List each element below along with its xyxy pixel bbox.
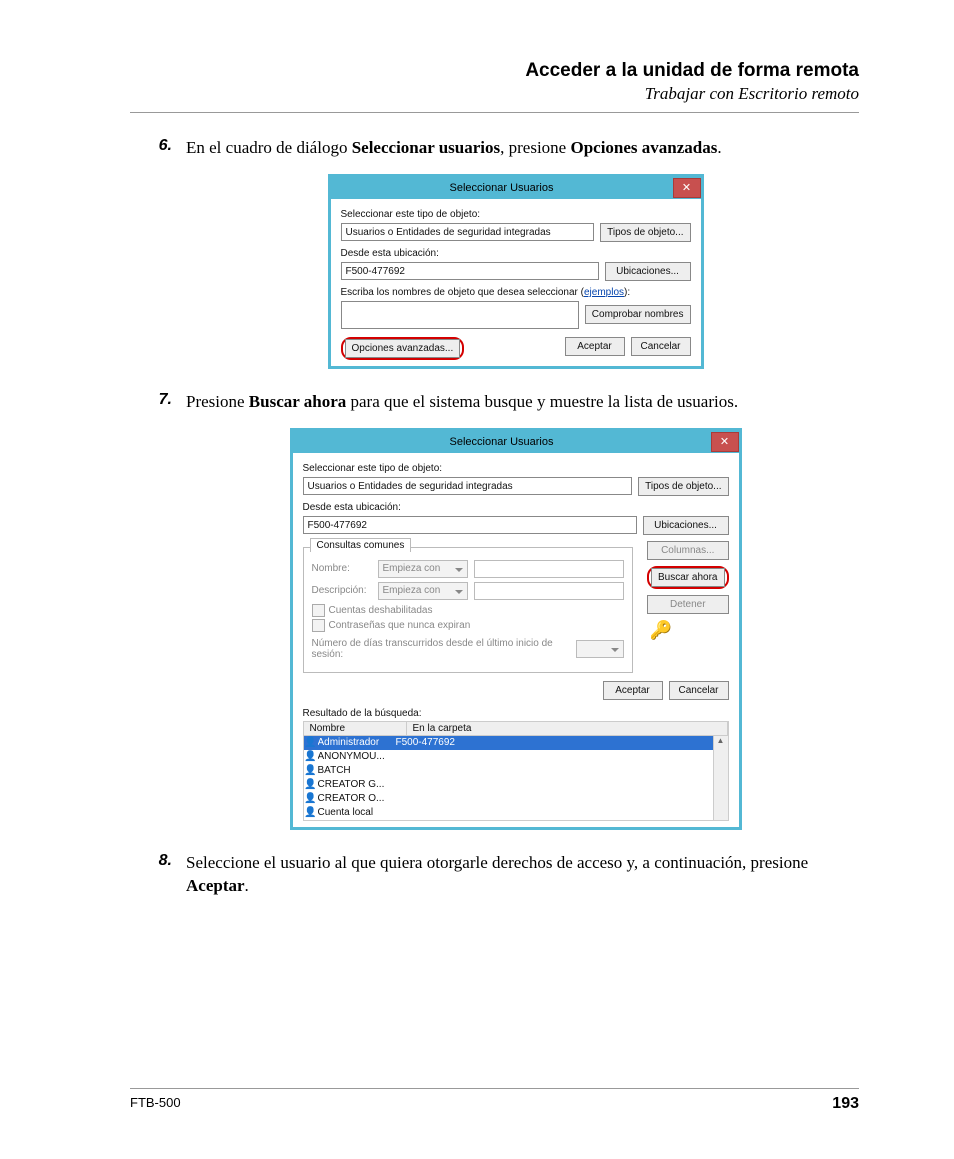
object-type-field[interactable]: Usuarios o Entidades de seguridad integr… [303,477,633,495]
find-now-highlight: Buscar ahora [647,566,728,589]
user-icon: 👤 [304,765,318,776]
location-label: Desde esta ubicación: [303,502,729,513]
step-7: 7. Presione Buscar ahora para que el sis… [130,391,859,414]
step-text: En el cuadro de diálogo Seleccionar usua… [186,137,722,160]
row-name: CREATOR G... [318,779,396,790]
ok-button[interactable]: Aceptar [565,337,625,356]
titlebar[interactable]: Seleccionar Usuarios ✕ [293,431,739,453]
object-type-label: Seleccionar este tipo de objeto: [341,209,691,220]
step-number: 6. [130,137,186,160]
columns-button[interactable]: Columnas... [647,541,728,560]
row-folder: F500-477692 [396,737,728,748]
advanced-options-highlight: Opciones avanzadas... [341,337,465,360]
ok-button[interactable]: Aceptar [603,681,663,700]
name-input[interactable] [474,560,625,578]
examples-link[interactable]: ejemplos [584,287,624,298]
cancel-button[interactable]: Cancelar [631,337,691,356]
results-list[interactable]: ▲ 👤AdministradorF500-477692👤ANONYMOU...👤… [303,736,729,821]
results-header[interactable]: Nombre En la carpeta [303,721,729,736]
dialog-title: Seleccionar Usuarios [331,182,673,194]
name-label: Nombre: [312,563,372,574]
footer-model: FTB-500 [130,1095,181,1113]
key-icon: 🔑 [647,620,675,642]
header-rule [130,112,859,113]
description-label: Descripción: [312,585,372,596]
dialog-title: Seleccionar Usuarios [293,436,711,448]
step-number: 7. [130,391,186,414]
step-8: 8. Seleccione el usuario al que quiera o… [130,852,859,898]
object-names-field[interactable] [341,301,579,329]
step-number: 8. [130,852,186,898]
titlebar[interactable]: Seleccionar Usuarios ✕ [331,177,701,199]
user-icon: 👤 [304,793,318,804]
row-name: Cuenta local [318,807,396,818]
scroll-up-icon[interactable]: ▲ [717,736,725,745]
cancel-button[interactable]: Cancelar [669,681,729,700]
disabled-accounts-checkbox[interactable]: Cuentas deshabilitadas [312,604,625,617]
find-now-button[interactable]: Buscar ahora [651,568,724,587]
page-header-subtitle: Trabajar con Escritorio remoto [130,84,859,104]
close-icon[interactable]: ✕ [711,432,739,452]
tab-label[interactable]: Consultas comunes [310,538,412,552]
step-text: Seleccione el usuario al que quiera otor… [186,852,859,898]
description-mode-select[interactable]: Empieza con [378,582,468,600]
row-name: BATCH [318,765,396,776]
description-input[interactable] [474,582,625,600]
dialog-select-users-basic: Seleccionar Usuarios ✕ Seleccionar este … [328,174,704,369]
row-name: Administrador [318,737,396,748]
user-icon: 👤 [304,779,318,790]
footer-rule [130,1088,859,1089]
location-field[interactable]: F500-477692 [303,516,637,534]
location-label: Desde esta ubicación: [341,248,691,259]
results-row[interactable]: 👤AdministradorF500-477692 [304,736,728,750]
days-select[interactable] [576,640,624,658]
name-mode-select[interactable]: Empieza con [378,560,468,578]
page-header-title: Acceder a la unidad de forma remota [130,60,859,82]
user-icon: 👤 [304,751,318,762]
column-name[interactable]: Nombre [304,722,407,735]
results-label: Resultado de la búsqueda: [303,708,729,719]
non-expiring-passwords-checkbox[interactable]: Contraseñas que nunca expiran [312,619,625,632]
object-type-field[interactable]: Usuarios o Entidades de seguridad integr… [341,223,595,241]
days-label: Número de días transcurridos desde el úl… [312,638,571,660]
object-type-label: Seleccionar este tipo de objeto: [303,463,729,474]
step-6: 6. En el cuadro de diálogo Seleccionar u… [130,137,859,160]
dialog-select-users-advanced: Seleccionar Usuarios ✕ Seleccionar este … [290,428,742,830]
location-field[interactable]: F500-477692 [341,262,599,280]
column-folder[interactable]: En la carpeta [407,722,728,735]
locations-button[interactable]: Ubicaciones... [605,262,691,281]
row-name: ANONYMOU... [318,751,396,762]
advanced-options-button[interactable]: Opciones avanzadas... [345,339,461,358]
results-row[interactable]: 👤BATCH [304,764,728,778]
stop-button[interactable]: Detener [647,595,728,614]
row-name: CREATOR O... [318,793,396,804]
step-text: Presione Buscar ahora para que el sistem… [186,391,738,414]
names-label: Escriba los nombres de objeto que desea … [341,287,691,298]
check-names-button[interactable]: Comprobar nombres [585,305,691,324]
user-icon: 👤 [304,737,318,748]
close-icon[interactable]: ✕ [673,178,701,198]
object-types-button[interactable]: Tipos de objeto... [600,223,690,242]
results-row[interactable]: 👤CREATOR G... [304,778,728,792]
scrollbar[interactable]: ▲ [713,736,728,820]
user-icon: 👤 [304,807,318,818]
results-row[interactable]: 👤Cuenta local [304,806,728,820]
object-types-button[interactable]: Tipos de objeto... [638,477,728,496]
page-number: 193 [832,1095,859,1113]
results-row[interactable]: 👤ANONYMOU... [304,750,728,764]
results-row[interactable]: 👤CREATOR O... [304,792,728,806]
common-queries-tab: Consultas comunes Nombre: Empieza con De… [303,547,634,673]
locations-button[interactable]: Ubicaciones... [643,516,729,535]
